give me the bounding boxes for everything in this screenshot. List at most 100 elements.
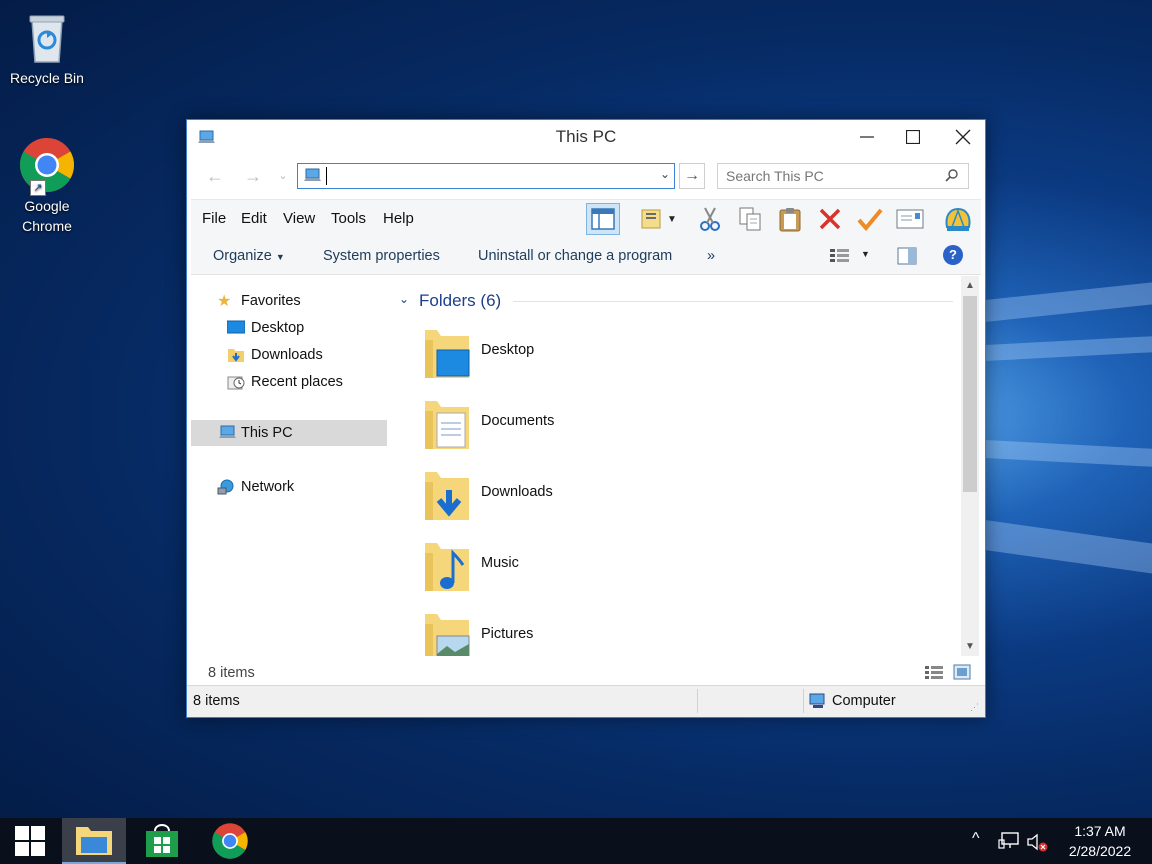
email-icon[interactable] <box>893 203 927 235</box>
taskbar-store[interactable] <box>132 818 192 864</box>
folder-item-music[interactable]: Music <box>423 537 643 597</box>
folder-item-desktop[interactable]: Desktop <box>423 324 643 384</box>
status-divider <box>697 689 698 713</box>
folder-item-pictures[interactable]: Pictures <box>423 608 643 656</box>
clock-time: 1:37 AM <box>1074 823 1126 839</box>
nav-item-this-pc[interactable]: This PC <box>191 420 387 446</box>
star-icon: ★ <box>217 293 232 310</box>
scrollbar-thumb[interactable] <box>963 296 977 492</box>
large-icons-view-icon[interactable] <box>953 664 971 685</box>
search-icon <box>945 168 959 185</box>
menu-edit[interactable]: Edit <box>241 210 267 227</box>
menu-bar: File Edit View Tools Help ▼ <box>191 199 981 237</box>
nav-item-favorites[interactable]: ★ Favorites <box>191 288 387 314</box>
help-icon[interactable]: ? <box>943 245 963 265</box>
recycle-bin-label: Recycle Bin <box>10 70 84 86</box>
this-pc-nav-icon <box>219 425 237 441</box>
pictures-folder-icon <box>423 610 471 656</box>
minimize-button[interactable] <box>843 120 891 154</box>
preview-pane-icon[interactable] <box>897 247 917 270</box>
group-collapse-chevron-icon[interactable]: ⌄ <box>399 292 409 306</box>
delete-x-icon[interactable] <box>813 203 847 235</box>
status-item-count: 8 items <box>193 693 240 709</box>
properties-dropdown-icon[interactable]: ▼ <box>634 203 682 235</box>
nav-item-desktop[interactable]: Desktop <box>191 315 387 341</box>
view-options-chevron-icon[interactable]: ▼ <box>861 249 870 259</box>
details-view-icon[interactable] <box>924 665 944 686</box>
desktop-icon-recycle-bin[interactable]: Recycle Bin <box>2 8 92 88</box>
status-divider <box>803 689 804 713</box>
scroll-up-arrow-icon[interactable]: ▲ <box>961 280 979 291</box>
explorer-window: This PC ← → ⌄ ⌄ → Search This PC File Ed… <box>186 119 986 718</box>
organize-button[interactable]: Organize ▼ <box>213 248 285 264</box>
group-header[interactable]: Folders (6) <box>419 291 501 311</box>
nav-item-recent-places[interactable]: Recent places <box>191 369 387 395</box>
menu-file[interactable]: File <box>202 210 226 227</box>
status-location: Computer <box>832 693 896 709</box>
address-bar[interactable]: ⌄ <box>297 163 675 189</box>
recycle-bin-icon <box>18 8 76 66</box>
copy-icon[interactable] <box>733 203 767 235</box>
menu-tools[interactable]: Tools <box>331 210 366 227</box>
start-button[interactable] <box>0 818 60 864</box>
taskbar: ^ 1:37 AM 2/28/2022 <box>0 818 1152 864</box>
folder-item-downloads[interactable]: Downloads <box>423 466 643 526</box>
recent-locations-chevron-icon[interactable]: ⌄ <box>271 164 295 188</box>
chrome-icon: ↗ <box>18 136 76 196</box>
downloads-big-folder-icon <box>423 468 471 527</box>
search-input[interactable]: Search This PC <box>717 163 969 189</box>
navigation-pane: ★ Favorites Desktop Downloads Recent pla… <box>191 276 389 656</box>
wallpaper-beam <box>985 440 1152 467</box>
menu-view[interactable]: View <box>283 210 315 227</box>
command-bar: Organize ▼ System properties Uninstall o… <box>191 237 981 275</box>
checkmark-icon[interactable] <box>853 203 887 235</box>
system-properties-button[interactable]: System properties <box>323 248 440 264</box>
network-tray-icon[interactable] <box>998 832 1020 855</box>
taskbar-chrome[interactable] <box>200 818 260 864</box>
maximize-button[interactable] <box>889 120 937 154</box>
address-dropdown-chevron-icon[interactable]: ⌄ <box>660 167 670 181</box>
view-options-icon[interactable] <box>829 248 851 269</box>
chrome-label: Google Chrome <box>22 198 72 234</box>
shell-icon[interactable] <box>941 203 975 235</box>
menu-help[interactable]: Help <box>383 210 414 227</box>
chrome-taskbar-icon <box>212 823 248 859</box>
wallpaper-beam <box>985 282 1152 322</box>
layout-pane-icon[interactable] <box>586 203 620 235</box>
more-commands-button[interactable]: » <box>707 248 715 264</box>
uninstall-program-button[interactable]: Uninstall or change a program <box>478 248 672 264</box>
shortcut-arrow-icon: ↗ <box>30 180 46 196</box>
back-arrow-icon[interactable]: ← <box>203 164 227 188</box>
address-input[interactable] <box>326 167 327 185</box>
nav-item-network[interactable]: Network <box>191 474 387 500</box>
details-status: 8 items <box>191 660 981 686</box>
close-button[interactable] <box>939 120 987 154</box>
forward-arrow-icon[interactable]: → <box>241 164 265 188</box>
computer-icon <box>809 693 827 713</box>
status-bar: 8 items Computer ⋰ <box>187 685 985 717</box>
music-folder-icon <box>423 539 471 598</box>
desktop-folder-icon <box>423 326 471 385</box>
folder-item-documents[interactable]: Documents <box>423 395 643 455</box>
desktop-icon-chrome[interactable]: ↗ Google Chrome <box>2 136 92 236</box>
resize-grip-icon[interactable]: ⋰ <box>970 702 979 713</box>
taskbar-file-explorer[interactable] <box>62 818 126 864</box>
downloads-folder-icon <box>227 347 245 363</box>
address-row: ← → ⌄ ⌄ → Search This PC <box>187 160 985 192</box>
file-explorer-icon <box>76 827 112 855</box>
paste-clipboard-icon[interactable] <box>773 203 807 235</box>
go-arrow-button[interactable]: → <box>679 163 705 189</box>
address-pc-icon <box>304 168 322 189</box>
volume-muted-icon[interactable] <box>1026 832 1050 857</box>
tray-chevron-up-icon[interactable]: ^ <box>972 830 980 848</box>
nav-item-downloads[interactable]: Downloads <box>191 342 387 368</box>
group-divider <box>513 301 953 302</box>
clock-date: 2/28/2022 <box>1068 843 1132 859</box>
organize-chevron-icon: ▼ <box>275 252 285 262</box>
cut-scissors-icon[interactable] <box>693 203 727 235</box>
clock[interactable]: 1:37 AM 2/28/2022 <box>1058 821 1142 861</box>
vertical-scrollbar[interactable]: ▲ ▼ <box>961 276 979 656</box>
scroll-down-arrow-icon[interactable]: ▼ <box>961 641 979 652</box>
network-icon <box>217 479 235 495</box>
title-bar[interactable]: This PC <box>187 120 985 156</box>
